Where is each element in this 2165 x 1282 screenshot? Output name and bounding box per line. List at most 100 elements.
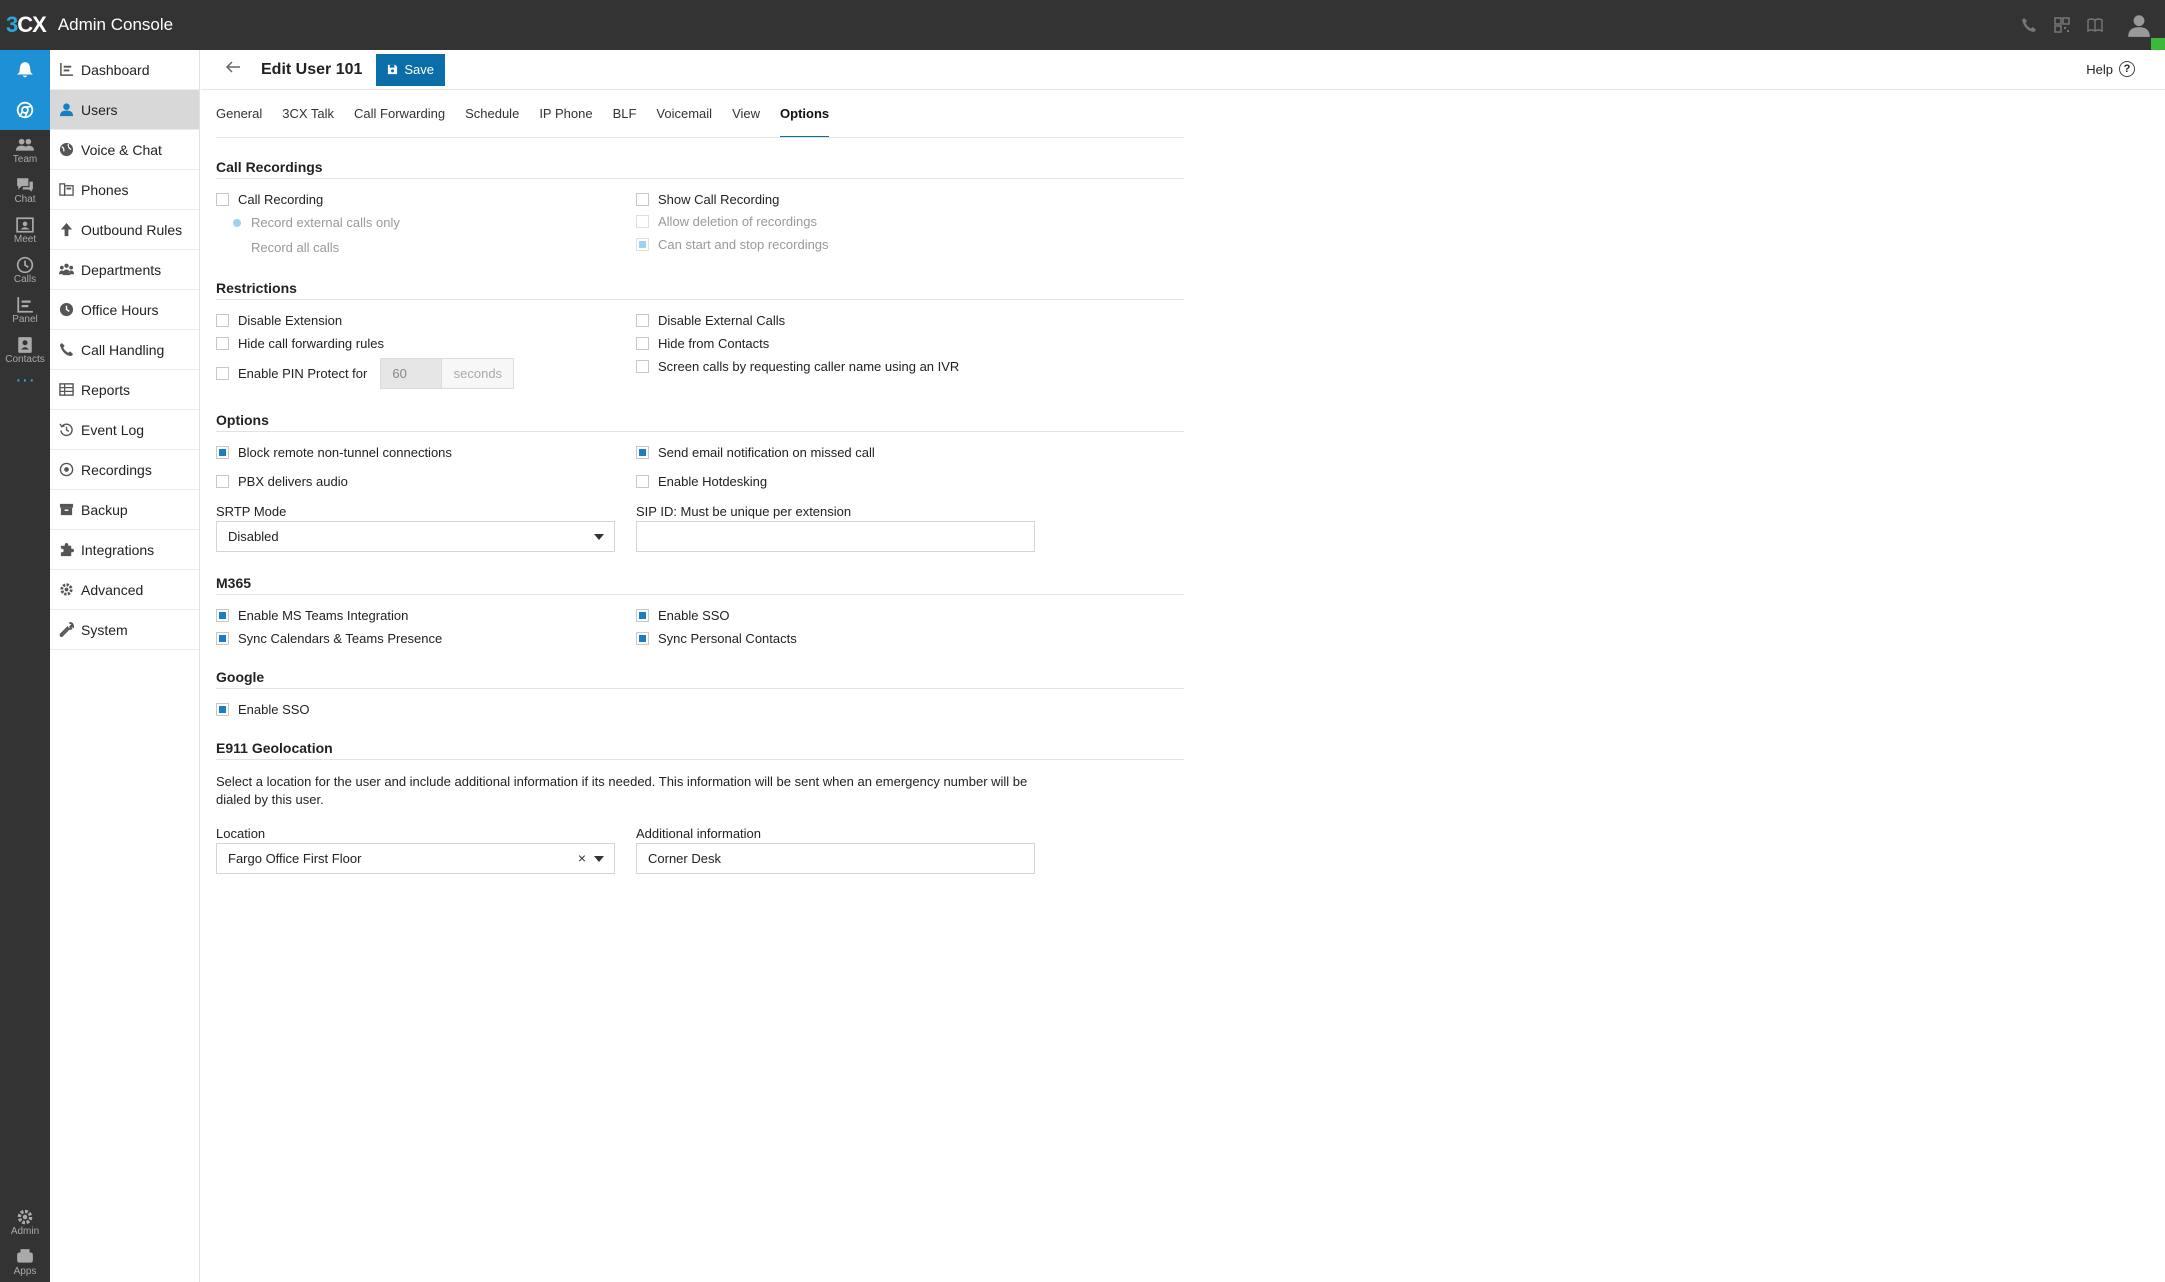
srtp-mode-select[interactable]: Disabled	[216, 521, 615, 552]
tab-options[interactable]: Options	[780, 98, 830, 138]
allow-deletion-option: Allow deletion of recordings	[636, 214, 817, 229]
google-sso-checkbox[interactable]	[216, 703, 229, 716]
rail-item-chat[interactable]: Chat	[0, 170, 50, 210]
help-question-icon: ?	[2119, 61, 2135, 77]
clear-icon[interactable]: ×	[578, 850, 586, 866]
location-label: Location	[216, 826, 266, 841]
sync-calendars-checkbox[interactable]	[216, 632, 229, 645]
show-call-recording-checkbox[interactable]	[636, 193, 649, 206]
phones-icon	[58, 182, 74, 198]
m365-sso-checkbox[interactable]	[636, 609, 649, 622]
sidebar-item-reports[interactable]: Reports	[50, 370, 199, 410]
user-icon	[58, 102, 74, 118]
disable-extension-checkbox[interactable]	[216, 314, 229, 327]
sidebar-item-phones[interactable]: Phones	[50, 170, 199, 210]
sidebar-item-outbound-rules[interactable]: Outbound Rules	[50, 210, 199, 250]
sidebar-item-call-handling[interactable]: Call Handling	[50, 330, 199, 370]
app-logo[interactable]: 3CX	[6, 12, 47, 38]
allow-deletion-checkbox[interactable]	[636, 215, 649, 228]
e911-description: Select a location for the user and inclu…	[216, 774, 1028, 807]
sidebar-item-dashboard[interactable]: Dashboard	[50, 50, 199, 90]
dashboard-icon	[58, 62, 74, 78]
record-icon	[58, 462, 74, 478]
top-bar: 3CX Admin Console	[0, 0, 2165, 50]
sip-id-label: SIP ID: Must be unique per extension	[636, 504, 852, 519]
rail-item-panel[interactable]: Panel	[0, 290, 50, 330]
sidebar-item-event-log[interactable]: Event Log	[50, 410, 199, 450]
tab-bar: General 3CX Talk Call Forwarding Schedul…	[216, 98, 849, 138]
hide-contacts-checkbox[interactable]	[636, 337, 649, 350]
sync-calendars-option: Sync Calendars & Teams Presence	[216, 631, 442, 646]
pin-protect-checkbox[interactable]	[216, 367, 229, 380]
sidebar-item-advanced[interactable]: Advanced	[50, 570, 199, 610]
tab-3cx-talk[interactable]: 3CX Talk	[282, 98, 334, 138]
sidebar-item-users[interactable]: Users	[50, 90, 199, 130]
location-select[interactable]: Fargo Office First Floor ×	[216, 843, 615, 874]
sync-contacts-checkbox[interactable]	[636, 632, 649, 645]
sidebar-item-office-hours[interactable]: Office Hours	[50, 290, 199, 330]
rail-item-meet[interactable]: Meet	[0, 210, 50, 250]
tab-voicemail[interactable]: Voicemail	[656, 98, 712, 138]
sip-id-input[interactable]	[636, 521, 1035, 552]
record-all-radio[interactable]	[233, 244, 241, 252]
rail-item-calls[interactable]: Calls	[0, 250, 50, 290]
record-external-radio[interactable]	[233, 218, 241, 227]
additional-info-label: Additional information	[636, 826, 762, 841]
pin-seconds-input[interactable]: 60	[380, 358, 443, 389]
additional-info-input[interactable]: Corner Desk	[636, 843, 1035, 874]
panel-icon	[17, 296, 33, 313]
show-call-recording-option: Show Call Recording	[636, 192, 779, 207]
save-button[interactable]: Save	[376, 53, 446, 86]
tab-blf[interactable]: BLF	[613, 98, 637, 138]
apps-icon	[17, 1248, 33, 1263]
gear-icon	[17, 1209, 33, 1224]
disable-external-option: Disable External Calls	[636, 313, 785, 328]
hotdesking-option: Enable Hotdesking	[636, 474, 767, 489]
rail-item-apps[interactable]: Apps	[0, 1242, 50, 1282]
tab-general[interactable]: General	[216, 98, 262, 138]
sidebar-item-voice-chat[interactable]: Voice & Chat	[50, 130, 199, 170]
chrome-extension-icon[interactable]	[0, 90, 50, 130]
online-status-indicator	[2151, 38, 2165, 50]
pbx-audio-checkbox[interactable]	[216, 475, 229, 488]
sidebar-item-recordings[interactable]: Recordings	[50, 450, 199, 490]
team-icon	[16, 138, 34, 151]
hide-forwarding-checkbox[interactable]	[216, 337, 229, 350]
sidebar-item-integrations[interactable]: Integrations	[50, 530, 199, 570]
screen-calls-option: Screen calls by requesting caller name u…	[636, 359, 959, 374]
can-start-stop-checkbox[interactable]	[636, 238, 649, 251]
book-icon[interactable]	[2086, 16, 2104, 34]
sidebar-item-backup[interactable]: Backup	[50, 490, 199, 530]
phone-icon[interactable]	[2020, 16, 2038, 34]
rail-item-contacts[interactable]: Contacts	[0, 330, 50, 370]
tab-ip-phone[interactable]: IP Phone	[539, 98, 592, 138]
disable-external-checkbox[interactable]	[636, 314, 649, 327]
sidebar-item-departments[interactable]: Departments	[50, 250, 199, 290]
tab-view[interactable]: View	[732, 98, 760, 138]
back-arrow-icon[interactable]	[225, 58, 245, 81]
notifications-bell-icon[interactable]	[0, 50, 50, 90]
send-email-checkbox[interactable]	[636, 446, 649, 459]
phone-handset-icon	[58, 342, 74, 358]
screen-calls-checkbox[interactable]	[636, 360, 649, 373]
puzzle-icon	[58, 542, 74, 558]
globe-icon	[58, 142, 74, 158]
arrow-up-icon	[58, 222, 74, 238]
tab-schedule[interactable]: Schedule	[465, 98, 519, 138]
more-apps-ellipsis[interactable]: ···	[0, 370, 50, 400]
user-avatar-icon[interactable]	[2119, 0, 2165, 50]
hotdesking-checkbox[interactable]	[636, 475, 649, 488]
sidebar-item-system[interactable]: System	[50, 610, 199, 650]
rail-item-team[interactable]: Team	[0, 130, 50, 170]
qr-code-icon[interactable]	[2053, 16, 2071, 34]
srtp-mode-label: SRTP Mode	[216, 504, 287, 519]
call-recording-checkbox[interactable]	[216, 193, 229, 206]
chevron-down-icon	[594, 856, 604, 862]
help-link[interactable]: Help ?	[2086, 61, 2135, 77]
block-remote-checkbox[interactable]	[216, 446, 229, 459]
clock-icon	[58, 302, 74, 318]
ms-teams-checkbox[interactable]	[216, 609, 229, 622]
tab-call-forwarding[interactable]: Call Forwarding	[354, 98, 445, 138]
calls-icon	[16, 256, 34, 273]
rail-item-admin[interactable]: Admin	[0, 1202, 50, 1242]
